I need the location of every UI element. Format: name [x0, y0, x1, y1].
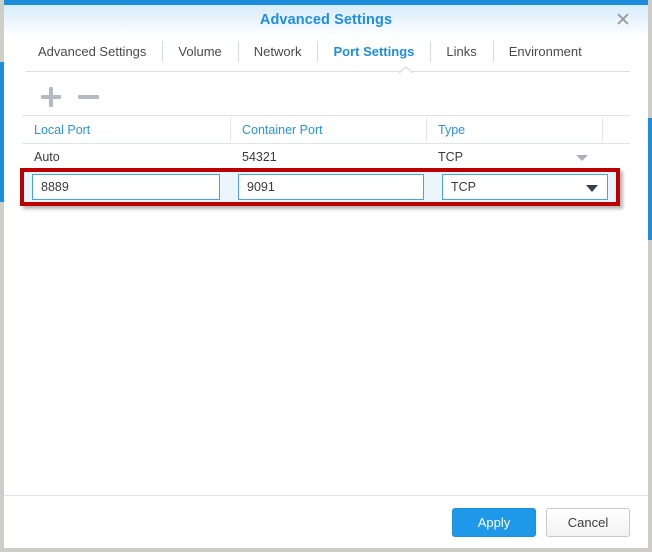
dialog-title: Advanced Settings	[4, 12, 648, 28]
tab-links[interactable]: Links	[430, 37, 492, 66]
column-header-spacer	[602, 116, 630, 143]
tab-bar: Advanced Settings Volume Network Port Se…	[4, 37, 648, 66]
type-dropdown-value[interactable]	[442, 174, 608, 200]
type-dropdown[interactable]	[442, 174, 608, 200]
cell-local-port: Auto	[22, 144, 230, 169]
tab-advanced-settings[interactable]: Advanced Settings	[22, 37, 162, 66]
tab-label: Environment	[509, 44, 582, 59]
apply-button[interactable]: Apply	[452, 508, 536, 537]
background-window-edge-right	[648, 118, 652, 240]
minus-icon[interactable]	[72, 81, 106, 111]
column-header-local-port[interactable]: Local Port	[22, 116, 230, 143]
tab-network[interactable]: Network	[238, 37, 318, 66]
tab-label: Advanced Settings	[38, 44, 146, 59]
active-tab-notch	[398, 66, 412, 73]
container-port-input[interactable]	[238, 174, 424, 200]
cell-spacer	[602, 144, 630, 169]
plus-icon[interactable]	[34, 81, 68, 111]
tab-underline	[26, 66, 630, 77]
close-icon[interactable]: ✕	[612, 10, 634, 32]
tab-label: Network	[254, 44, 302, 59]
cancel-button[interactable]: Cancel	[546, 508, 630, 537]
table-header-row: Local Port Container Port Type	[22, 116, 630, 144]
table-row-editing[interactable]	[22, 168, 618, 206]
advanced-settings-dialog: Advanced Settings ✕ Advanced Settings Vo…	[4, 0, 648, 548]
cell-type-value: TCP	[438, 150, 463, 164]
column-header-container-port[interactable]: Container Port	[230, 116, 426, 143]
dialog-titlebar: Advanced Settings ✕	[4, 5, 648, 37]
tab-port-settings[interactable]: Port Settings	[317, 37, 430, 66]
port-mappings-table: Local Port Container Port Type Auto 5432…	[22, 115, 630, 206]
column-header-type[interactable]: Type	[426, 116, 602, 143]
desktop-background-right	[648, 0, 652, 552]
tab-label: Links	[446, 44, 476, 59]
tab-label: Port Settings	[333, 44, 414, 59]
chevron-down-icon[interactable]	[576, 155, 588, 161]
port-settings-panel: Local Port Container Port Type Auto 5432…	[4, 77, 648, 495]
tab-environment[interactable]: Environment	[493, 37, 598, 66]
dialog-footer: Apply Cancel	[4, 495, 648, 548]
table-row[interactable]: Auto 54321 TCP	[22, 144, 630, 169]
tab-label: Volume	[178, 44, 221, 59]
port-list-toolbar	[22, 77, 630, 115]
cell-container-port: 54321	[230, 144, 426, 169]
tab-volume[interactable]: Volume	[162, 37, 237, 66]
selected-row-container	[22, 168, 630, 206]
desktop-background-bottom	[0, 548, 652, 552]
local-port-input[interactable]	[32, 174, 220, 200]
cell-type[interactable]: TCP	[426, 144, 602, 169]
